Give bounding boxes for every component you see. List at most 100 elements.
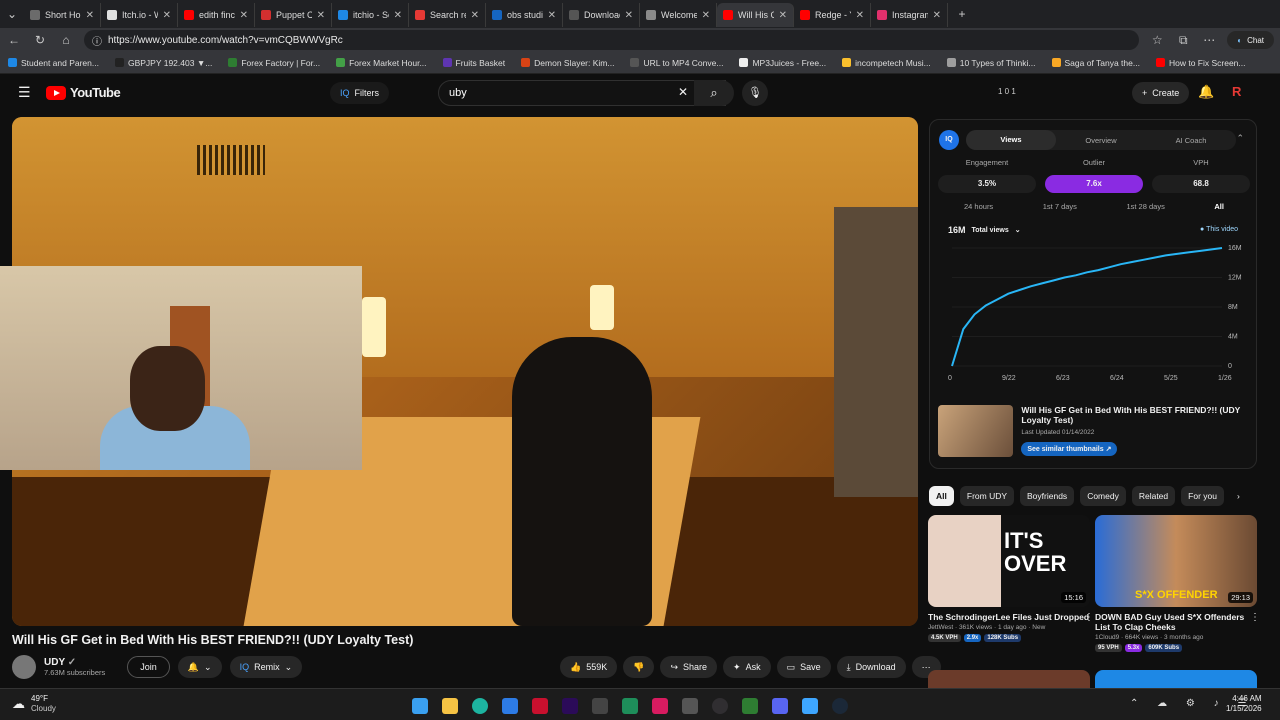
bookmark-item[interactable]: How to Fix Screen...: [1155, 58, 1246, 68]
browser-tab[interactable]: Itch.io - Wikipe ✕: [101, 3, 178, 27]
recommendation-thumbnail[interactable]: IT'S OVER 15:16: [928, 515, 1090, 607]
share-button[interactable]: ↪ Share: [660, 656, 718, 678]
discord-icon[interactable]: [772, 698, 788, 714]
range-option[interactable]: 1st 28 days: [1126, 202, 1164, 211]
app-icon[interactable]: [652, 698, 668, 714]
notifications-icon[interactable]: 🔔: [1198, 84, 1214, 100]
home-icon[interactable]: ⌂: [58, 33, 74, 47]
bookmark-item[interactable]: Demon Slayer: Kim...: [521, 58, 614, 68]
tab-overview[interactable]: Overview: [1056, 136, 1146, 145]
browser-tab[interactable]: Search results f ✕: [409, 3, 486, 27]
bookmark-item[interactable]: Saga of Tanya the...: [1051, 58, 1140, 68]
app-icon[interactable]: [742, 698, 758, 714]
dislike-button[interactable]: 👎: [623, 656, 655, 678]
file-explorer-icon[interactable]: [442, 698, 458, 714]
recommendation-card[interactable]: IT'S OVER 15:16 The SchrodingerLee Files…: [928, 515, 1090, 643]
browser-tab[interactable]: obs studio - Se ✕: [486, 3, 563, 27]
weather-widget[interactable]: ☁ 49°F Cloudy: [12, 694, 56, 713]
favorites-icon[interactable]: ☆: [1149, 33, 1165, 47]
range-option[interactable]: 24 hours: [964, 202, 993, 211]
more-options-icon[interactable]: ⋮: [1084, 612, 1094, 623]
back-icon[interactable]: ←: [6, 33, 22, 47]
start-icon[interactable]: [412, 698, 428, 714]
premiere-icon[interactable]: [562, 698, 578, 714]
next-recommendation-thumbnail[interactable]: [1095, 670, 1257, 688]
youtube-logo[interactable]: YouTube: [46, 85, 121, 100]
chip-all[interactable]: All: [929, 486, 954, 506]
bookmark-item[interactable]: Forex Factory | For...: [228, 58, 320, 68]
bookmark-item[interactable]: 10 Types of Thinki...: [946, 58, 1036, 68]
close-tab-icon[interactable]: ✕: [317, 10, 325, 21]
ask-button[interactable]: ✦ Ask: [723, 656, 771, 678]
chip-comedy[interactable]: Comedy: [1080, 486, 1126, 506]
tab-ai-coach[interactable]: AI Coach: [1146, 136, 1236, 145]
edge-icon[interactable]: [472, 698, 488, 714]
chip-for-you[interactable]: For you: [1181, 486, 1224, 506]
close-tab-icon[interactable]: ✕: [702, 10, 710, 21]
bookmark-item[interactable]: Fruits Basket: [442, 58, 505, 68]
browser-tab[interactable]: Will His GF Get ✕: [717, 3, 794, 27]
chip-related[interactable]: Related: [1131, 486, 1176, 506]
close-tab-icon[interactable]: ✕: [394, 10, 402, 21]
bookmark-item[interactable]: MP3Juices - Free...: [739, 58, 826, 68]
save-button[interactable]: ▭ Save: [776, 656, 831, 678]
account-avatar[interactable]: R: [1232, 84, 1241, 99]
extensions-icon[interactable]: ⧉: [1175, 33, 1191, 48]
search-button[interactable]: ⌕: [694, 80, 734, 106]
close-tab-icon[interactable]: ✕: [471, 10, 479, 21]
close-tab-icon[interactable]: ✕: [625, 10, 633, 21]
chip-boyfriends[interactable]: Boyfriends: [1020, 486, 1075, 506]
clear-search-icon[interactable]: ✕: [678, 85, 688, 99]
browser-tab[interactable]: Welcome | OBS ✕: [640, 3, 717, 27]
bookmark-item[interactable]: incompetech Musi...: [842, 58, 931, 68]
chip-from-udy[interactable]: From UDY: [959, 486, 1015, 506]
app-icon[interactable]: [592, 698, 608, 714]
obs-icon[interactable]: [712, 698, 728, 714]
remix-button[interactable]: IQ Remix ⌄: [229, 656, 303, 678]
bookmark-item[interactable]: Student and Paren...: [8, 58, 99, 68]
browser-tab[interactable]: Short Horror Ga ✕: [24, 3, 101, 27]
download-button[interactable]: ⤓ Download: [836, 656, 906, 678]
channel-name[interactable]: UDY ✓: [44, 657, 105, 668]
bookmark-item[interactable]: Forex Market Hour...: [336, 58, 427, 68]
close-tab-icon[interactable]: ✕: [86, 10, 94, 21]
browser-tab[interactable]: edith finch - Yo ✕: [178, 3, 255, 27]
app-icon[interactable]: [622, 698, 638, 714]
clock[interactable]: 4:46 AM 1/15/2026: [1226, 694, 1262, 715]
more-options-icon[interactable]: ⋮: [1250, 612, 1260, 623]
join-button[interactable]: Join: [127, 656, 170, 678]
channel-avatar[interactable]: [12, 655, 36, 679]
app-icon[interactable]: [682, 698, 698, 714]
site-info-icon[interactable]: ⓘ: [92, 33, 102, 48]
see-similar-thumbnails-button[interactable]: See similar thumbnails ↗: [1021, 442, 1118, 457]
voice-search-icon[interactable]: 🎙: [742, 80, 768, 106]
close-tab-icon[interactable]: ✕: [548, 10, 556, 21]
total-views-selector[interactable]: 16M Total views ⌄: [948, 225, 1021, 235]
close-tab-icon[interactable]: ✕: [856, 10, 864, 21]
notification-bell-button[interactable]: 🔔 ⌄: [177, 656, 222, 678]
url-field[interactable]: ⓘ https://www.youtube.com/watch?v=vmCQBW…: [84, 30, 1140, 50]
mcafee-icon[interactable]: [532, 698, 548, 714]
notepad-icon[interactable]: [802, 698, 818, 714]
recommendation-thumbnail[interactable]: S*X OFFENDER 29:13: [1095, 515, 1257, 607]
more-icon[interactable]: ⋯: [1201, 33, 1217, 47]
browser-tab[interactable]: itchio - Search ✕: [332, 3, 409, 27]
bookmark-item[interactable]: URL to MP4 Conve...: [630, 58, 723, 68]
next-recommendation-thumbnail[interactable]: [928, 670, 1090, 688]
close-tab-icon[interactable]: ✕: [240, 10, 248, 21]
recommendation-card[interactable]: S*X OFFENDER 29:13 DOWN BAD Guy Used S*X…: [1095, 515, 1257, 653]
browser-tab[interactable]: Redge - YouTub ✕: [794, 3, 871, 27]
close-tab-icon[interactable]: ✕: [163, 10, 171, 21]
collapse-icon[interactable]: ⌃: [1236, 133, 1244, 144]
range-option[interactable]: All: [1214, 202, 1224, 211]
chevron-right-icon[interactable]: ›: [1230, 486, 1247, 506]
menu-icon[interactable]: ☰: [18, 84, 31, 101]
bookmark-item[interactable]: GBPJPY 192.403 ▼...: [114, 58, 212, 68]
panel-video-thumbnail[interactable]: [938, 405, 1014, 457]
store-icon[interactable]: [502, 698, 518, 714]
refresh-icon[interactable]: ↻: [32, 33, 48, 47]
chat-button[interactable]: ◐ Chat: [1227, 31, 1274, 49]
browser-tab[interactable]: Puppet Combo ✕: [255, 3, 332, 27]
browser-tab[interactable]: Download | OB ✕: [563, 3, 640, 27]
like-button[interactable]: 👍 559K: [560, 656, 618, 678]
